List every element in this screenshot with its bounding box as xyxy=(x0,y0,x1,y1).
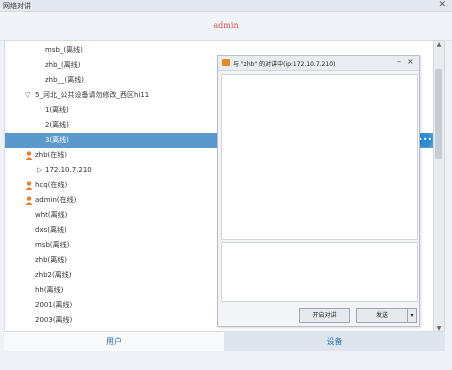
tab-devices[interactable]: 设备 xyxy=(224,332,445,351)
expand-triangle-icon[interactable]: ▷ xyxy=(37,163,42,178)
window-bottom xyxy=(0,351,452,370)
scrollbar-thumb[interactable] xyxy=(435,69,442,159)
expand-triangle-icon[interactable]: ▽ xyxy=(25,88,30,103)
send-options-dropdown[interactable]: ▾ xyxy=(407,308,417,323)
user-header: admin xyxy=(0,12,452,41)
bottom-tabs: 用户 设备 xyxy=(4,331,445,351)
intercom-chat-window: 与 "zhb" 的对讲中(ip:172.10.7.210) – × 开启对讲 发… xyxy=(217,55,420,327)
start-intercom-button[interactable]: 开启对讲 xyxy=(299,308,350,323)
window-titlebar: 网络对讲 ✕ xyxy=(0,0,452,12)
chat-window-icon xyxy=(222,59,230,66)
current-username: admin xyxy=(213,21,239,30)
window-title: 网络对讲 xyxy=(3,2,31,10)
tab-users[interactable]: 用户 xyxy=(4,332,224,351)
chat-history xyxy=(221,74,418,240)
scroll-up-icon[interactable]: ▲ xyxy=(434,41,444,48)
chat-titlebar: 与 "zhb" 的对讲中(ip:172.10.7.210) – × xyxy=(218,56,419,71)
window-close-button[interactable]: ✕ xyxy=(438,0,446,11)
chat-title: 与 "zhb" 的对讲中(ip:172.10.7.210) xyxy=(233,61,336,68)
minimize-button[interactable]: – xyxy=(397,57,401,66)
user-icon xyxy=(25,196,33,205)
message-input[interactable] xyxy=(221,242,418,302)
send-button[interactable]: 发送 xyxy=(356,308,408,323)
close-button[interactable]: × xyxy=(407,57,414,66)
list-scrollbar[interactable]: ▲ ▼ xyxy=(433,40,445,333)
chat-bubble-icon[interactable]: ••• xyxy=(418,133,432,147)
user-icon xyxy=(25,151,33,160)
user-icon xyxy=(25,181,33,190)
